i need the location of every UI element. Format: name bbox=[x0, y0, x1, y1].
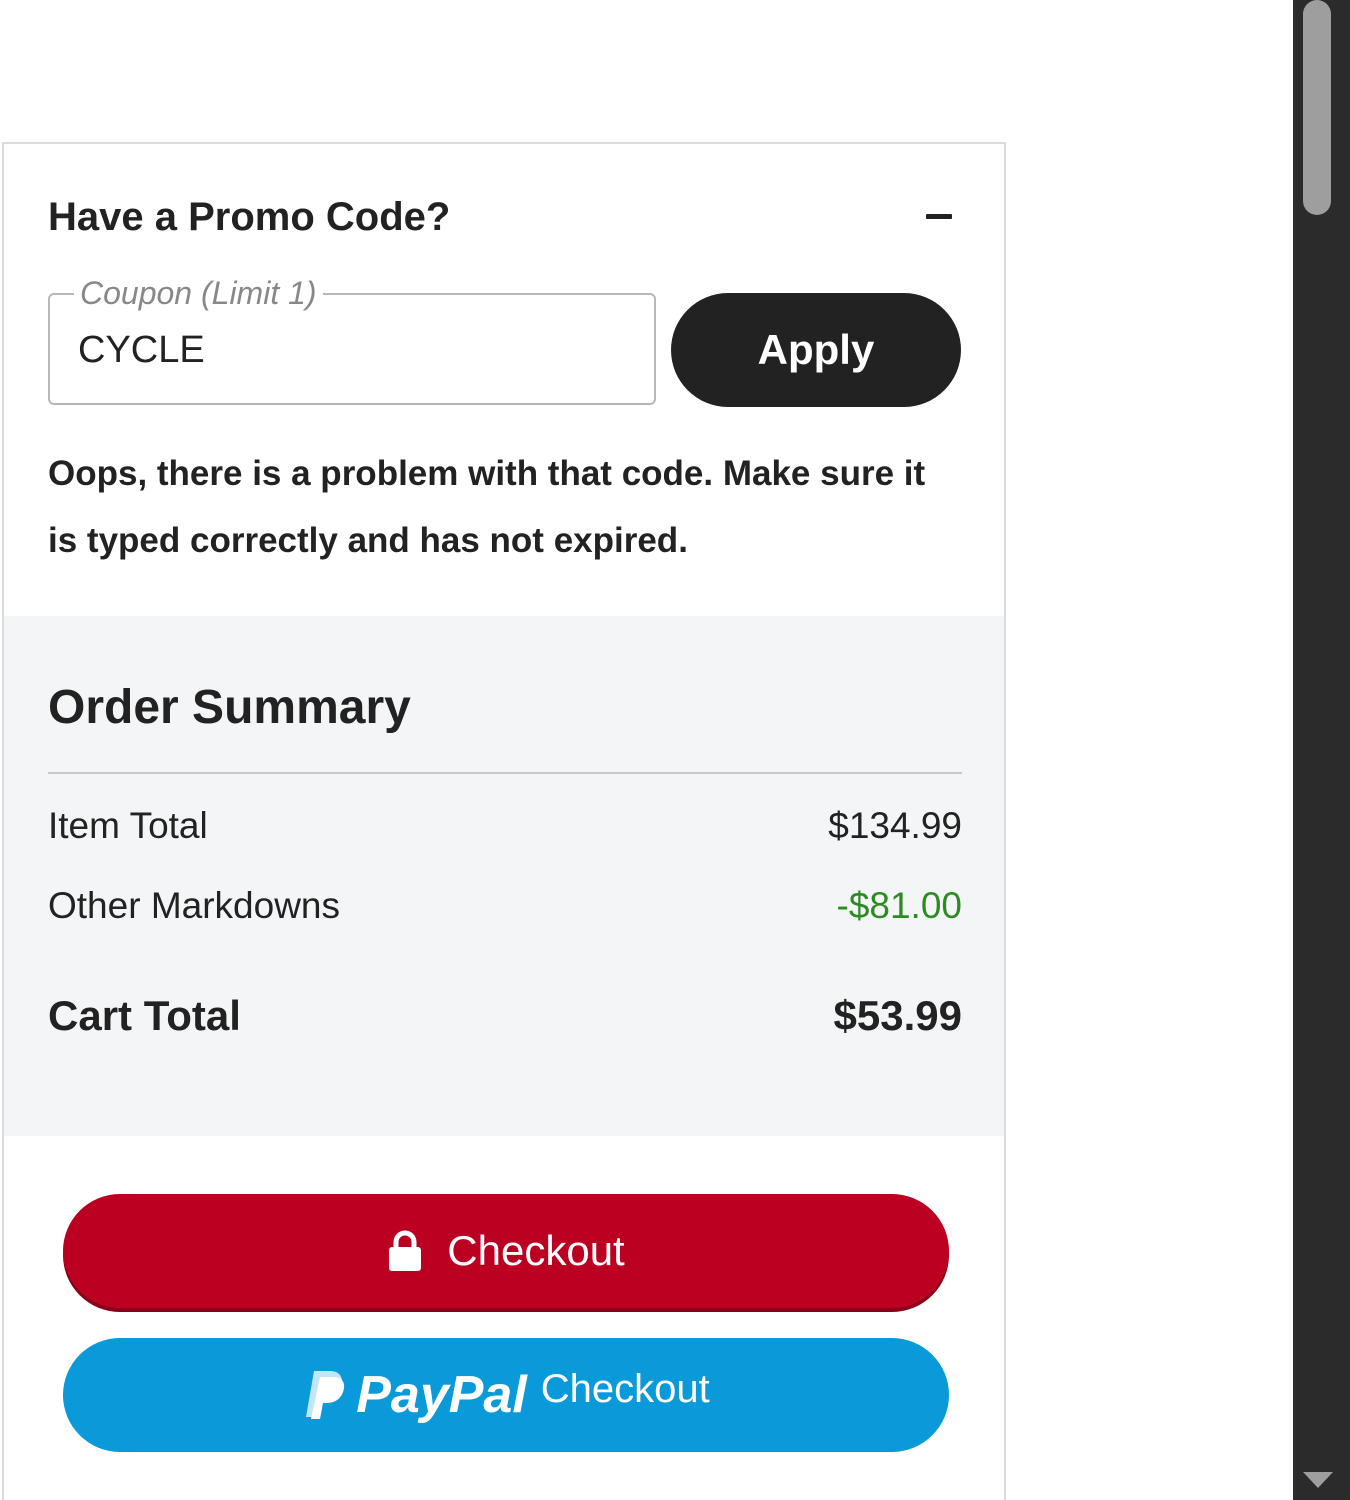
scrollbar[interactable] bbox=[1293, 0, 1350, 1500]
summary-divider bbox=[48, 772, 962, 774]
minus-icon[interactable] bbox=[926, 214, 952, 219]
page: Have a Promo Code? Coupon (Limit 1) Appl… bbox=[0, 0, 1350, 1500]
order-summary: Order Summary Item Total $134.99 Other M… bbox=[4, 616, 1004, 1136]
order-summary-title: Order Summary bbox=[48, 681, 411, 734]
coupon-field-label: Coupon (Limit 1) bbox=[74, 273, 323, 313]
checkout-label: Checkout bbox=[447, 1227, 625, 1274]
item-total-label: Item Total bbox=[48, 805, 208, 846]
apply-button[interactable]: Apply bbox=[671, 293, 961, 407]
checkout-button[interactable]: Checkout bbox=[63, 1194, 949, 1308]
cart-total-value: $53.99 bbox=[833, 992, 962, 1039]
coupon-field[interactable]: Coupon (Limit 1) bbox=[48, 273, 656, 405]
markdowns-row: Other Markdowns -$81.00 bbox=[48, 881, 962, 931]
paypal-checkout-label: Checkout bbox=[540, 1366, 710, 1411]
promo-error-message: Oops, there is a problem with that code.… bbox=[48, 454, 926, 560]
scroll-down-arrow-icon[interactable] bbox=[1303, 1472, 1333, 1488]
paypal-brand-text: PayPal bbox=[356, 1366, 527, 1424]
paypal-icon bbox=[306, 1371, 345, 1419]
cart-sidebar-card: Have a Promo Code? Coupon (Limit 1) Appl… bbox=[2, 142, 1006, 1500]
promo-code-toggle[interactable]: Have a Promo Code? bbox=[48, 192, 952, 242]
markdowns-label: Other Markdowns bbox=[48, 885, 340, 926]
paypal-checkout-button[interactable]: PayPal Checkout bbox=[63, 1338, 949, 1452]
item-total-value: $134.99 bbox=[828, 805, 962, 846]
cart-total-row: Cart Total $53.99 bbox=[48, 991, 962, 1041]
cart-total-label: Cart Total bbox=[48, 992, 241, 1039]
scrollbar-thumb[interactable] bbox=[1303, 0, 1331, 215]
item-total-row: Item Total $134.99 bbox=[48, 801, 962, 851]
markdowns-value: -$81.00 bbox=[836, 885, 963, 926]
coupon-input[interactable] bbox=[78, 325, 618, 375]
promo-code-title: Have a Promo Code? bbox=[48, 195, 451, 239]
lock-icon bbox=[389, 1230, 422, 1271]
